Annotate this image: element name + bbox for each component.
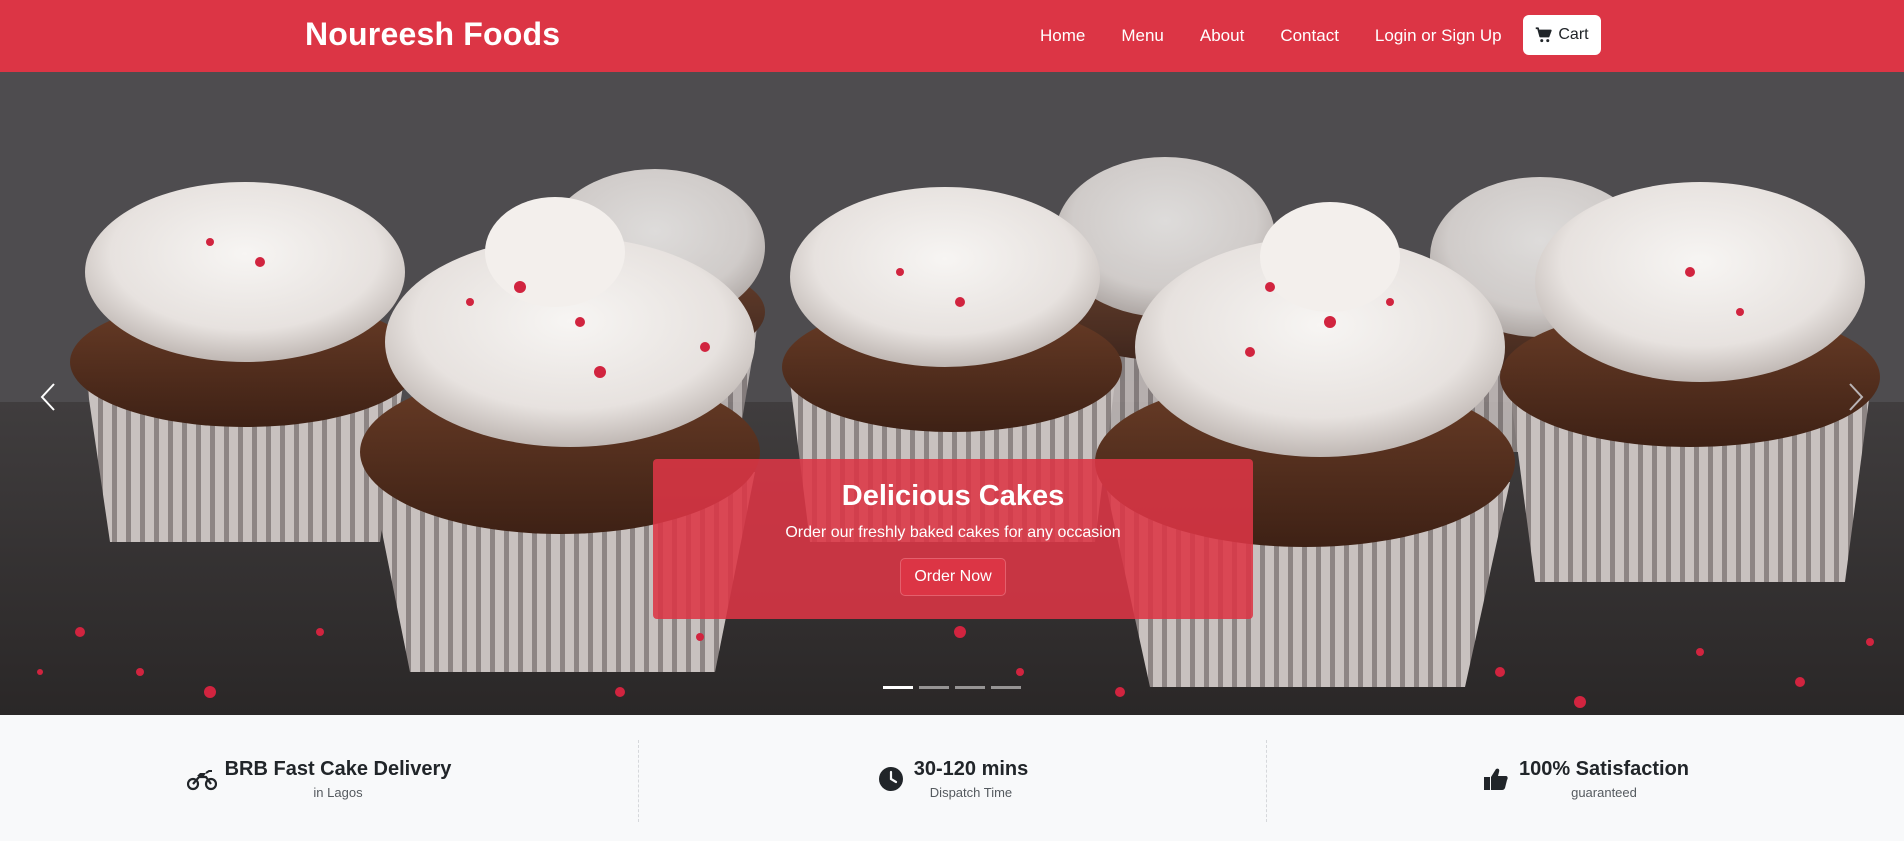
feature-delivery: BRB Fast Cake Delivery in Lagos (0, 715, 638, 841)
carousel-caption: Delicious Cakes Order our freshly baked … (653, 459, 1253, 619)
feature-dispatch: 30-120 mins Dispatch Time (638, 715, 1266, 841)
feature-satisfaction-subtitle: guaranteed (1571, 785, 1637, 800)
clock-icon (876, 764, 906, 794)
hero-carousel: Delicious Cakes Order our freshly baked … (0, 72, 1904, 715)
carousel-next-button[interactable] (1836, 372, 1876, 422)
nav-link-menu[interactable]: Menu (1121, 26, 1164, 46)
navbar: Noureesh Foods Home Menu About Contact L… (0, 0, 1904, 72)
order-now-button[interactable]: Order Now (900, 558, 1006, 596)
carousel-indicator-4[interactable] (991, 686, 1021, 689)
carousel-prev-button[interactable] (28, 372, 68, 422)
feature-divider (638, 740, 639, 822)
brand-logo[interactable]: Noureesh Foods (305, 16, 560, 53)
carousel-indicator-3[interactable] (955, 686, 985, 689)
caption-title: Delicious Cakes (841, 480, 1065, 512)
cart-button[interactable]: Cart (1523, 15, 1601, 55)
carousel-indicators (883, 686, 1027, 689)
caption-subtitle: Order our freshly baked cakes for any oc… (785, 524, 1121, 541)
feature-dispatch-subtitle: Dispatch Time (929, 785, 1013, 800)
cart-icon (1536, 27, 1553, 43)
carousel-indicator-2[interactable] (919, 686, 949, 689)
nav-link-about[interactable]: About (1200, 26, 1244, 46)
cart-label: Cart (1558, 26, 1589, 43)
nav-link-home[interactable]: Home (1040, 26, 1085, 46)
feature-delivery-title: BRB Fast Cake Delivery (224, 758, 452, 780)
feature-divider (1266, 740, 1267, 822)
chevron-right-icon (1849, 383, 1864, 411)
feature-delivery-subtitle: in Lagos (313, 785, 363, 800)
chevron-left-icon (40, 383, 55, 411)
feature-satisfaction: 100% Satisfaction guaranteed (1266, 715, 1904, 841)
motorcycle-icon (186, 764, 217, 794)
feature-satisfaction-title: 100% Satisfaction (1518, 758, 1690, 780)
features-strip: BRB Fast Cake Delivery in Lagos 30-120 m… (0, 715, 1904, 841)
nav-link-login-signup[interactable]: Login or Sign Up (1375, 26, 1502, 46)
feature-dispatch-title: 30-120 mins (913, 758, 1029, 780)
nav-links: Home Menu About Contact Login or Sign Up (1040, 0, 1502, 72)
thumbs-up-icon (1481, 764, 1511, 794)
carousel-indicator-1[interactable] (883, 686, 913, 689)
nav-link-contact[interactable]: Contact (1280, 26, 1339, 46)
